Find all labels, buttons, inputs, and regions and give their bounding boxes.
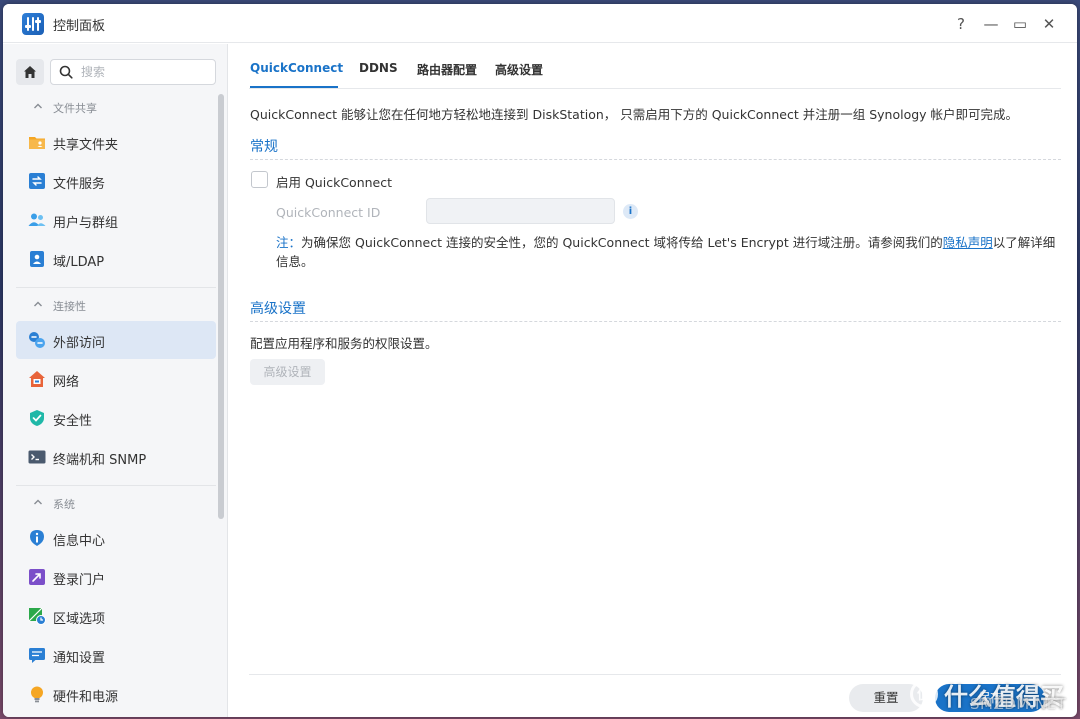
tab-bar: QuickConnect DDNS 路由器配置 高级设置 bbox=[229, 44, 1077, 88]
chevron-up-icon bbox=[34, 499, 42, 505]
sidebar-item-info-center[interactable]: 信息中心 bbox=[16, 519, 216, 557]
security-note: 注：为确保您 QuickConnect 连接的安全性，您的 QuickConne… bbox=[276, 233, 1056, 271]
sidebar-item-label: 信息中心 bbox=[53, 534, 106, 549]
main-content: QuickConnect DDNS 路由器配置 高级设置 QuickConnec… bbox=[229, 44, 1077, 717]
note-text: 为确保您 QuickConnect 连接的安全性，您的 QuickConnect… bbox=[301, 235, 943, 250]
sidebar-item-login-portal[interactable]: 登录门户 bbox=[16, 558, 216, 596]
sidebar-item-label: 登录门户 bbox=[53, 573, 106, 588]
sidebar-scrollbar[interactable] bbox=[218, 94, 224, 519]
sidebar-item-label: 区域选项 bbox=[53, 612, 106, 627]
watermark-logo: 值 bbox=[910, 680, 938, 708]
sidebar-item-label: 安全性 bbox=[53, 414, 93, 429]
sidebar-item-label: 共享文件夹 bbox=[53, 138, 119, 153]
sidebar-item-notification[interactable]: 通知设置 bbox=[16, 636, 216, 674]
quickconnect-id-input[interactable] bbox=[426, 198, 615, 224]
home-icon bbox=[24, 66, 36, 78]
section-divider bbox=[16, 485, 216, 486]
sidebar-item-external-access[interactable]: 外部访问 bbox=[16, 321, 216, 359]
domain-ldap-icon bbox=[30, 251, 44, 267]
section-system[interactable]: 系统 bbox=[3, 490, 216, 518]
sidebar-item-label: 网络 bbox=[53, 375, 80, 390]
sidebar-item-network[interactable]: 网络 bbox=[16, 360, 216, 398]
sidebar-item-label: 硬件和电源 bbox=[53, 690, 119, 705]
search-input[interactable] bbox=[81, 63, 211, 81]
window-title: 控制面板 bbox=[53, 19, 106, 34]
external-access-icon bbox=[29, 332, 45, 348]
sidebar-item-label: 域/LDAP bbox=[53, 255, 105, 270]
title-bar: 控制面板 ? — ▭ ✕ bbox=[3, 4, 1077, 43]
sidebar-item-shared-folder[interactable]: 共享文件夹 bbox=[16, 123, 216, 161]
maximize-button[interactable]: ▭ bbox=[1009, 13, 1031, 35]
section-title: 文件共享 bbox=[53, 102, 97, 115]
lightbulb-icon bbox=[31, 686, 43, 703]
enable-quickconnect-checkbox[interactable] bbox=[251, 171, 268, 188]
section-connectivity[interactable]: 连接性 bbox=[3, 292, 216, 320]
privacy-statement-link[interactable]: 隐私声明 bbox=[943, 235, 993, 250]
control-panel-app-icon bbox=[22, 13, 44, 35]
help-button[interactable]: ? bbox=[950, 13, 972, 35]
section-divider bbox=[250, 321, 1061, 322]
sidebar-item-regional-options[interactable]: 区域选项 bbox=[16, 597, 216, 635]
sidebar-search[interactable] bbox=[50, 59, 216, 85]
sidebar-item-label: 用户与群组 bbox=[53, 216, 119, 231]
sidebar: 文件共享 共享文件夹 文件服务 bbox=[3, 44, 228, 717]
footer-divider bbox=[249, 674, 1061, 675]
sidebar-item-label: 通知设置 bbox=[53, 651, 106, 666]
sidebar-nav: 文件共享 共享文件夹 文件服务 用户与群组 域/LDAP 连接性 外部访问 网络… bbox=[3, 92, 228, 717]
minimize-button[interactable]: — bbox=[980, 13, 1002, 35]
tab-router-config[interactable]: 路由器配置 bbox=[417, 61, 477, 78]
users-groups-icon bbox=[28, 213, 46, 226]
section-title: 连接性 bbox=[53, 300, 86, 313]
sidebar-item-users-groups[interactable]: 用户与群组 bbox=[16, 201, 216, 239]
close-button[interactable]: ✕ bbox=[1038, 13, 1060, 35]
chevron-up-icon bbox=[34, 301, 42, 307]
network-icon bbox=[29, 371, 45, 387]
info-icon[interactable]: i bbox=[623, 204, 638, 219]
regional-options-icon bbox=[28, 607, 46, 625]
tab-ddns[interactable]: DDNS bbox=[359, 61, 398, 75]
shared-folder-icon bbox=[29, 137, 45, 149]
general-section-title: 常规 bbox=[250, 139, 278, 155]
enable-quickconnect-label[interactable]: 启用 QuickConnect bbox=[276, 172, 392, 191]
login-portal-icon bbox=[29, 569, 45, 585]
search-icon bbox=[59, 65, 73, 79]
sidebar-item-domain-ldap[interactable]: 域/LDAP bbox=[16, 240, 216, 278]
section-divider bbox=[16, 287, 216, 288]
advanced-section-title: 高级设置 bbox=[250, 301, 306, 317]
site-watermark: 值 什么值得买 SMZDM.NET bbox=[910, 676, 1067, 713]
sidebar-item-terminal-snmp[interactable]: 终端机和 SNMP bbox=[16, 438, 216, 476]
section-divider bbox=[250, 159, 1061, 160]
sidebar-item-label: 文件服务 bbox=[53, 177, 106, 192]
notification-icon bbox=[29, 648, 45, 663]
section-file-sharing[interactable]: 文件共享 bbox=[3, 94, 216, 122]
tab-divider bbox=[249, 88, 1061, 89]
advanced-description: 配置应用程序和服务的权限设置。 bbox=[250, 336, 438, 351]
terminal-icon bbox=[28, 450, 46, 464]
sidebar-item-security[interactable]: 安全性 bbox=[16, 399, 216, 437]
tab-quickconnect[interactable]: QuickConnect bbox=[250, 61, 343, 75]
quickconnect-id-label: QuickConnect ID bbox=[276, 205, 381, 220]
sidebar-item-hardware-power[interactable]: 硬件和电源 bbox=[16, 675, 216, 713]
file-services-icon bbox=[29, 173, 45, 189]
sidebar-item-label: 外部访问 bbox=[53, 336, 106, 351]
watermark-subtext: SMZDM.NET bbox=[970, 695, 1067, 713]
control-panel-window: 控制面板 ? — ▭ ✕ 文件共享 bbox=[3, 4, 1077, 717]
note-prefix: 注： bbox=[276, 235, 302, 250]
sidebar-item-label: 终端机和 SNMP bbox=[53, 453, 147, 468]
home-button[interactable] bbox=[16, 59, 44, 85]
intro-text: QuickConnect 能够让您在任何地方轻松地连接到 DiskStation… bbox=[250, 107, 1019, 122]
advanced-settings-button[interactable]: 高级设置 bbox=[250, 359, 325, 385]
section-title: 系统 bbox=[53, 498, 75, 511]
tab-advanced-settings[interactable]: 高级设置 bbox=[495, 61, 543, 78]
shield-check-icon bbox=[30, 410, 44, 426]
info-icon bbox=[30, 530, 44, 546]
sidebar-item-file-services[interactable]: 文件服务 bbox=[16, 162, 216, 200]
chevron-up-icon bbox=[34, 103, 42, 109]
